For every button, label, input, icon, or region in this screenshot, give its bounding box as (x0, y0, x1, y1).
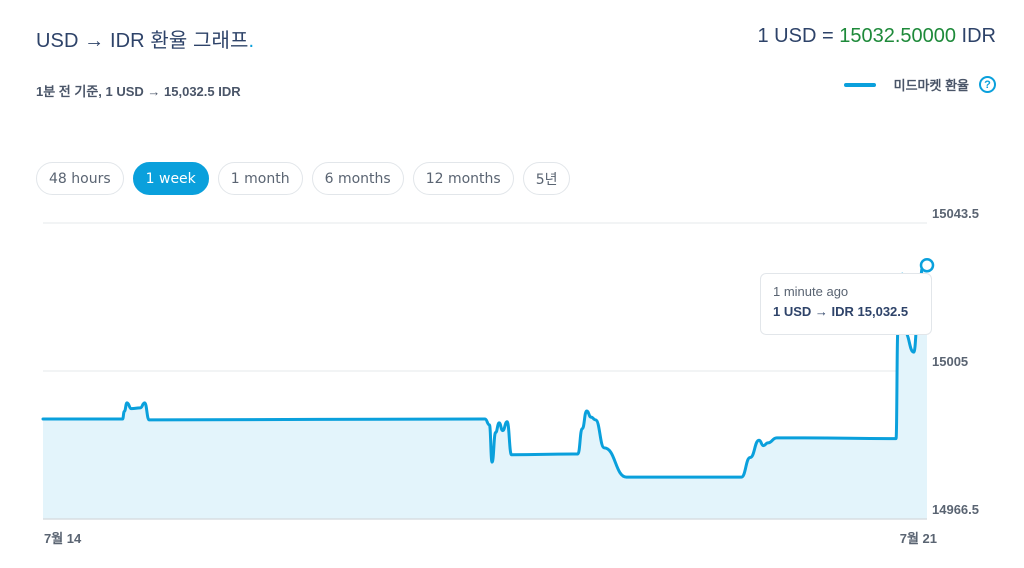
y-tick-label: 15043.5 (932, 206, 979, 221)
y-tick-label: 15005 (932, 354, 968, 369)
x-tick-label: 7월 14 (44, 531, 82, 546)
tooltip-value: 1 USD → IDR 15,032.5 (773, 304, 909, 319)
chart-tooltip: 1 minute ago 1 USD → IDR 15,032.5 (760, 273, 932, 335)
y-axis-labels: 15043.5 15005 14966.5 (932, 206, 979, 517)
x-axis-labels: 7월 14 7월 21 (44, 531, 937, 546)
last-point-marker[interactable] (919, 258, 935, 273)
tooltip-time: 1 minute ago (773, 284, 849, 299)
y-tick-label: 14966.5 (932, 502, 979, 517)
x-tick-label: 7월 21 (900, 531, 937, 546)
